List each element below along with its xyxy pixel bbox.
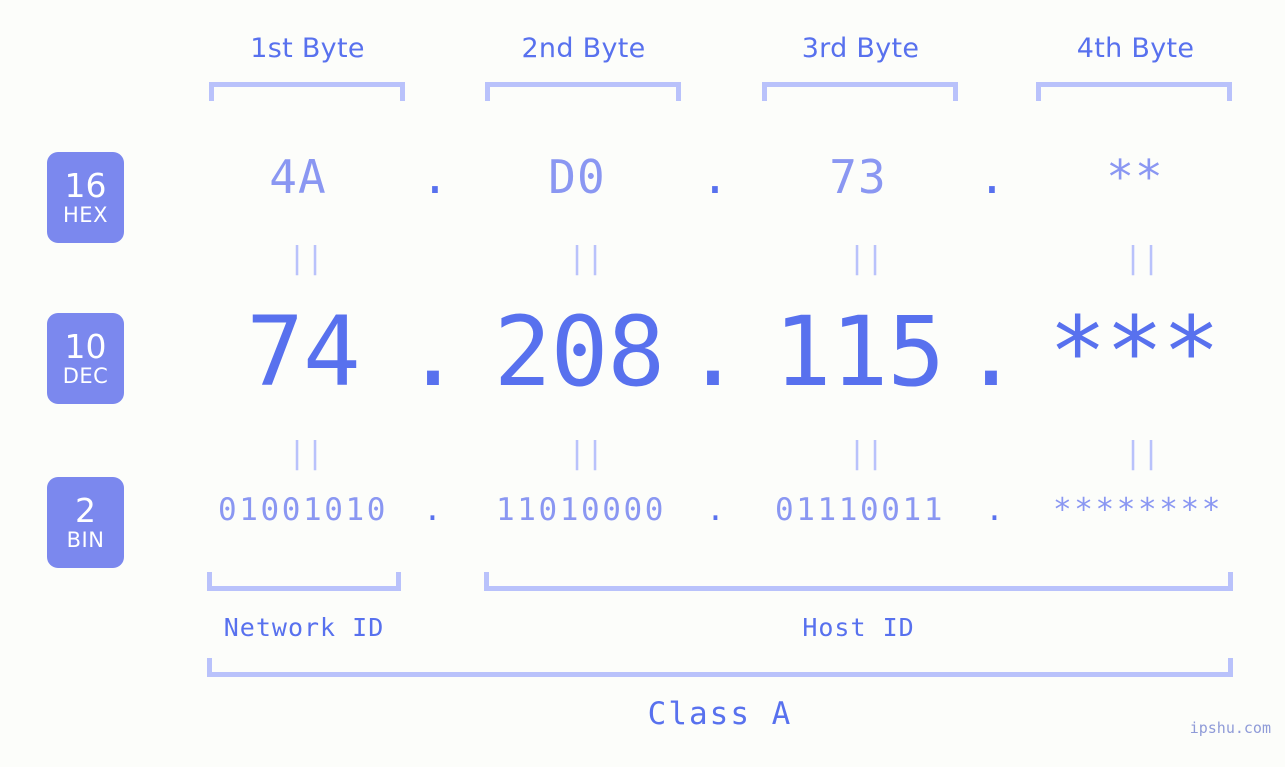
- host-id-bracket: [484, 572, 1233, 591]
- dec-byte-2: 208: [481, 296, 677, 408]
- equals-dec-bin-1: ||: [288, 439, 324, 469]
- hex-separator-3: .: [962, 150, 1022, 204]
- base-badge-dec-number: 10: [64, 327, 107, 366]
- bin-byte-4: ********: [1038, 492, 1238, 528]
- bin-separator-2-glyph: .: [706, 492, 725, 528]
- byte-bracket-2: [485, 82, 681, 101]
- bin-separator-2: .: [688, 492, 743, 528]
- bin-separator-1: .: [405, 492, 460, 528]
- dec-separator-2-glyph: .: [684, 296, 742, 408]
- bin-byte-4-value: ********: [1052, 492, 1224, 528]
- network-id-label-text: Network ID: [223, 613, 385, 642]
- dec-separator-1: .: [398, 296, 468, 408]
- hex-byte-4-value: **: [1106, 150, 1164, 204]
- base-badge-bin: 2 BIN: [47, 477, 124, 568]
- hex-byte-2-value: D0: [548, 150, 606, 204]
- equals-dec-bin-4-glyph: ||: [1124, 436, 1161, 471]
- equals-hex-dec-4: ||: [1124, 244, 1160, 274]
- equals-dec-bin-2-glyph: ||: [568, 436, 605, 471]
- base-badge-hex-number: 16: [64, 166, 107, 205]
- class-bracket: [207, 658, 1233, 677]
- equals-dec-bin-3: ||: [848, 439, 884, 469]
- dec-byte-3-value: 115: [773, 296, 945, 408]
- bin-separator-1-glyph: .: [423, 492, 442, 528]
- equals-hex-dec-3: ||: [848, 244, 884, 274]
- equals-hex-dec-2: ||: [568, 244, 604, 274]
- dec-byte-3: 115: [761, 296, 957, 408]
- hex-separator-3-glyph: .: [978, 150, 1006, 204]
- base-badge-hex: 16 HEX: [47, 152, 124, 243]
- equals-hex-dec-1: ||: [288, 244, 324, 274]
- byte-header-4: 4th Byte: [1038, 33, 1233, 64]
- bin-byte-1: 01001010: [203, 492, 403, 528]
- dec-byte-4: ***: [1036, 296, 1232, 408]
- base-badge-bin-number: 2: [75, 491, 96, 530]
- dec-separator-1-glyph: .: [404, 296, 462, 408]
- byte-bracket-1: [209, 82, 405, 101]
- hex-byte-1: 4A: [200, 150, 396, 204]
- dec-byte-4-value: ***: [1048, 296, 1220, 408]
- network-id-label: Network ID: [207, 613, 401, 642]
- byte-header-3-label: 3rd Byte: [801, 33, 920, 64]
- hex-separator-2: .: [685, 150, 745, 204]
- dec-byte-2-value: 208: [493, 296, 665, 408]
- bin-byte-1-value: 01001010: [217, 492, 389, 528]
- equals-hex-dec-3-glyph: ||: [848, 241, 885, 276]
- site-watermark-text: ipshu.com: [1189, 719, 1271, 737]
- base-badge-bin-label: BIN: [66, 528, 105, 552]
- network-id-bracket: [207, 572, 401, 591]
- class-label-text: Class A: [647, 696, 793, 732]
- hex-byte-1-value: 4A: [269, 150, 327, 204]
- bin-byte-2-value: 11010000: [495, 492, 667, 528]
- hex-byte-2: D0: [479, 150, 675, 204]
- equals-dec-bin-2: ||: [568, 439, 604, 469]
- byte-header-3: 3rd Byte: [763, 33, 958, 64]
- byte-header-1: 1st Byte: [210, 33, 405, 64]
- dec-byte-1: 74: [205, 296, 401, 408]
- byte-header-2-label: 2nd Byte: [521, 33, 646, 64]
- byte-bracket-3: [762, 82, 958, 101]
- bin-byte-3: 01110011: [760, 492, 960, 528]
- ip-address-breakdown-diagram: 1st Byte 2nd Byte 3rd Byte 4th Byte 16 H…: [0, 0, 1285, 767]
- hex-separator-1: .: [405, 150, 465, 204]
- hex-byte-4: **: [1037, 150, 1233, 204]
- equals-hex-dec-1-glyph: ||: [288, 241, 325, 276]
- dec-separator-2: .: [678, 296, 748, 408]
- bin-byte-2: 11010000: [481, 492, 681, 528]
- bin-separator-3-glyph: .: [985, 492, 1004, 528]
- equals-hex-dec-2-glyph: ||: [568, 241, 605, 276]
- equals-dec-bin-3-glyph: ||: [848, 436, 885, 471]
- byte-header-1-label: 1st Byte: [250, 33, 365, 64]
- bin-separator-3: .: [967, 492, 1022, 528]
- hex-byte-3-value: 73: [829, 150, 887, 204]
- class-label: Class A: [207, 696, 1233, 732]
- hex-byte-3: 73: [760, 150, 956, 204]
- byte-bracket-4: [1036, 82, 1232, 101]
- base-badge-dec: 10 DEC: [47, 313, 124, 404]
- host-id-label: Host ID: [484, 613, 1233, 642]
- hex-separator-2-glyph: .: [701, 150, 729, 204]
- host-id-label-text: Host ID: [802, 613, 915, 642]
- base-badge-dec-label: DEC: [62, 364, 109, 388]
- dec-separator-3-glyph: .: [962, 296, 1020, 408]
- bin-byte-3-value: 01110011: [774, 492, 946, 528]
- dec-byte-1-value: 74: [246, 296, 361, 408]
- equals-hex-dec-4-glyph: ||: [1124, 241, 1161, 276]
- byte-header-4-label: 4th Byte: [1076, 33, 1195, 64]
- equals-dec-bin-1-glyph: ||: [288, 436, 325, 471]
- equals-dec-bin-4: ||: [1124, 439, 1160, 469]
- site-watermark: ipshu.com: [1190, 719, 1271, 737]
- byte-header-2: 2nd Byte: [486, 33, 681, 64]
- hex-separator-1-glyph: .: [421, 150, 449, 204]
- dec-separator-3: .: [956, 296, 1026, 408]
- base-badge-hex-label: HEX: [63, 203, 108, 227]
